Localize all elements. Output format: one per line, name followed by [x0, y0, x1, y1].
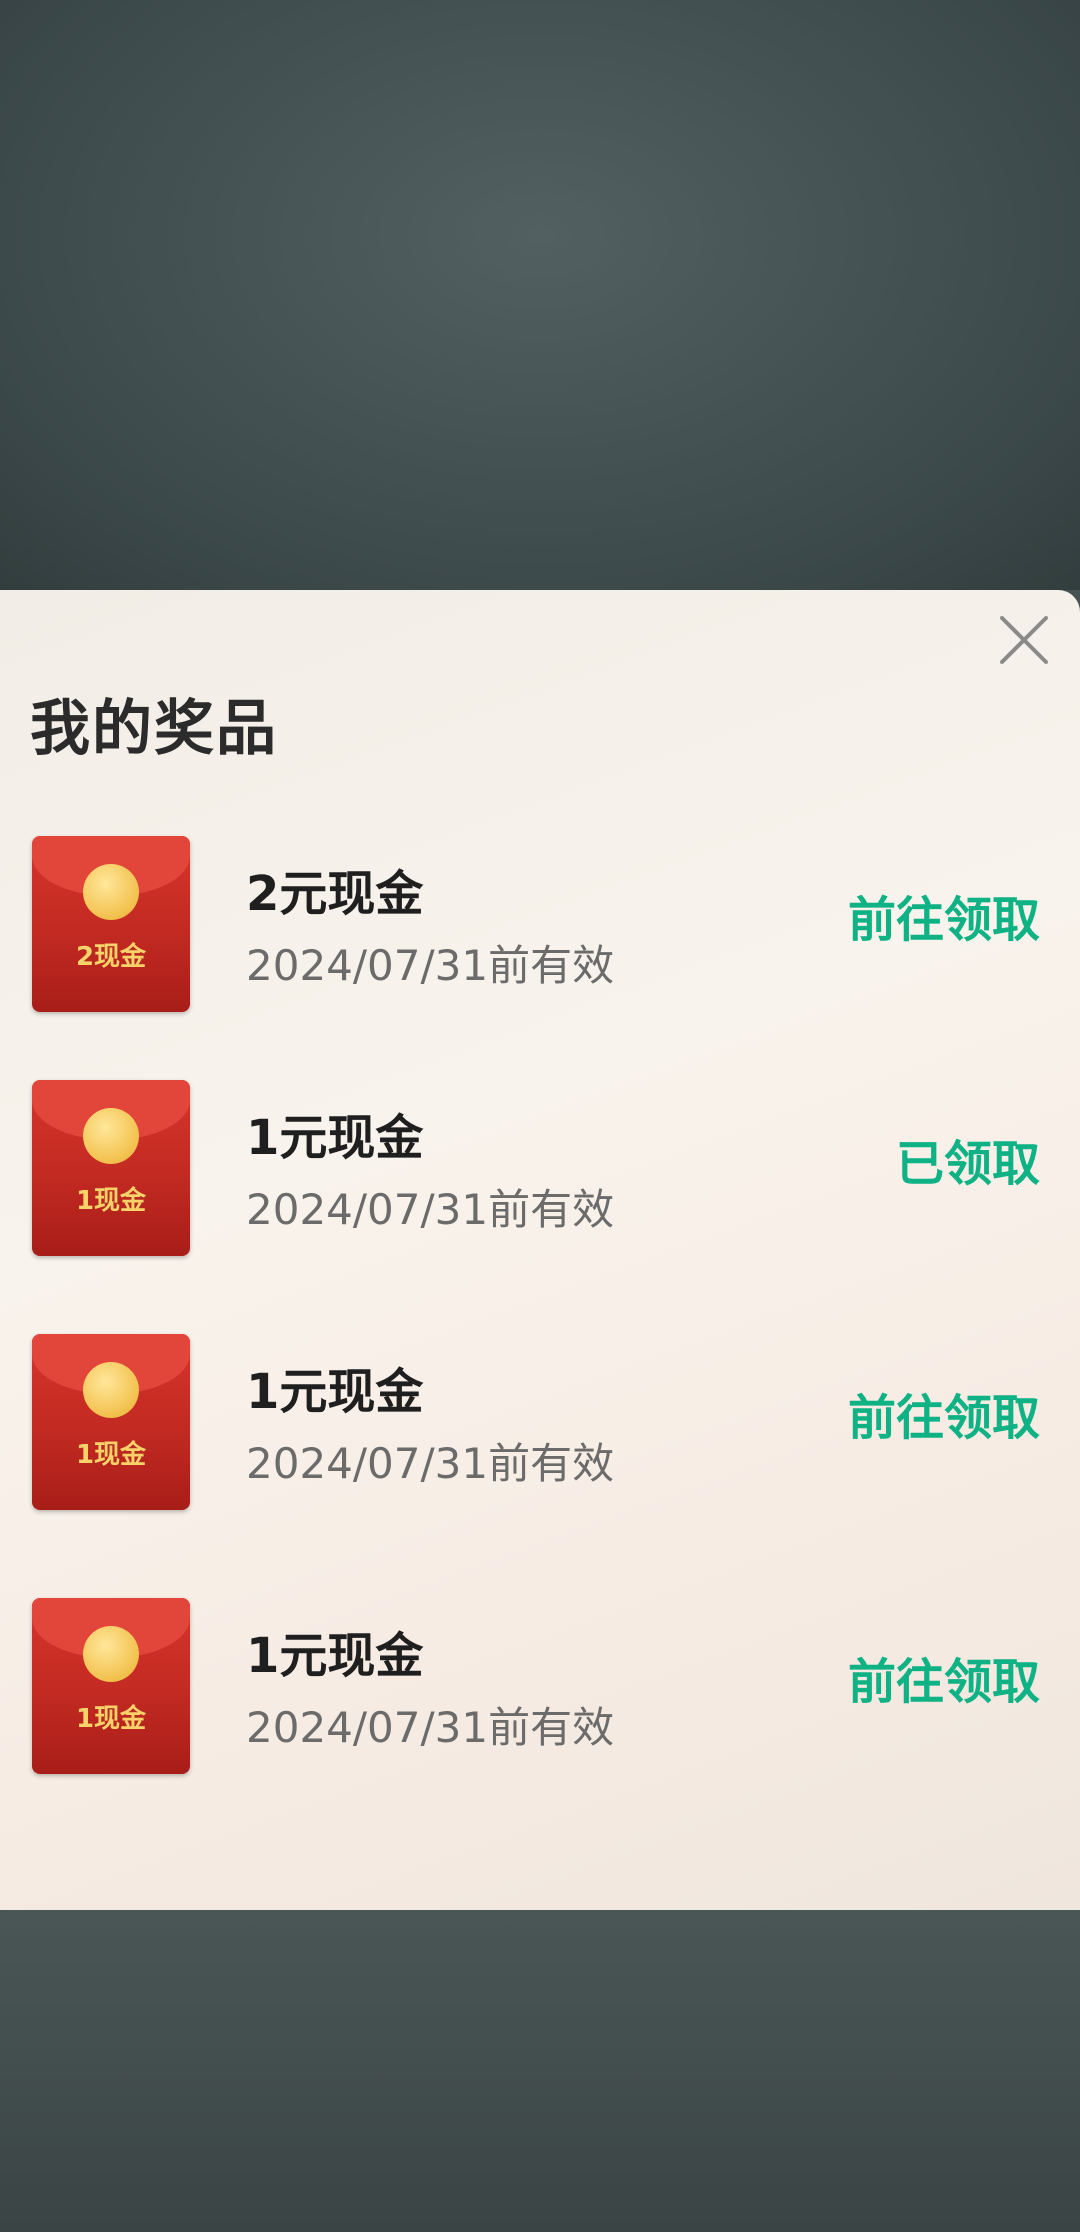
prize-item: 1现金 1元现金 2024/07/31前有效 前往领取 — [0, 1334, 1080, 1524]
prize-list: 2现金 2元现金 2024/07/31前有效 前往领取 1现金 1元现金 202… — [0, 590, 1080, 1910]
prize-validity: 2024/07/31前有效 — [246, 941, 615, 990]
claim-button[interactable]: 前往领取 — [848, 1378, 1040, 1448]
prize-name: 2元现金 — [246, 866, 424, 922]
red-envelope-icon: 2现金 — [32, 836, 190, 1012]
gold-coin-icon — [83, 1108, 139, 1164]
envelope-label: 1现金 — [75, 1704, 147, 1734]
red-envelope-icon: 1现金 — [32, 1598, 190, 1774]
prize-item: 2现金 2元现金 2024/07/31前有效 前往领取 — [0, 836, 1080, 1026]
envelope-label: 1现金 — [75, 1186, 147, 1216]
envelope-label: 2现金 — [75, 942, 147, 972]
prize-validity: 2024/07/31前有效 — [246, 1439, 615, 1488]
gold-coin-icon — [83, 864, 139, 920]
prizes-dialog: 我的奖品 2现金 2元现金 2024/07/31前有效 前往领取 1现金 1元现… — [0, 590, 1080, 1910]
dimmed-background-bottom[interactable] — [0, 1910, 1080, 2232]
prize-validity: 2024/07/31前有效 — [246, 1185, 615, 1234]
prize-item: 1现金 1元现金 2024/07/31前有效 前往领取 — [0, 1598, 1080, 1788]
red-envelope-icon: 1现金 — [32, 1334, 190, 1510]
prize-validity: 2024/07/31前有效 — [246, 1703, 615, 1752]
red-envelope-icon: 1现金 — [32, 1080, 190, 1256]
gold-coin-icon — [83, 1362, 139, 1418]
envelope-label: 1现金 — [75, 1440, 147, 1470]
prize-name: 1元现金 — [246, 1110, 424, 1166]
prize-name: 1元现金 — [246, 1364, 424, 1420]
claim-button[interactable]: 前往领取 — [848, 1642, 1040, 1712]
gold-coin-icon — [83, 1626, 139, 1682]
dimmed-background-top[interactable] — [0, 0, 1080, 590]
claimed-status: 已领取 — [895, 1136, 1040, 1192]
prize-item: 1现金 1元现金 2024/07/31前有效 已领取 — [0, 1080, 1080, 1270]
prize-name: 1元现金 — [246, 1628, 424, 1684]
claim-button[interactable]: 前往领取 — [848, 880, 1040, 950]
